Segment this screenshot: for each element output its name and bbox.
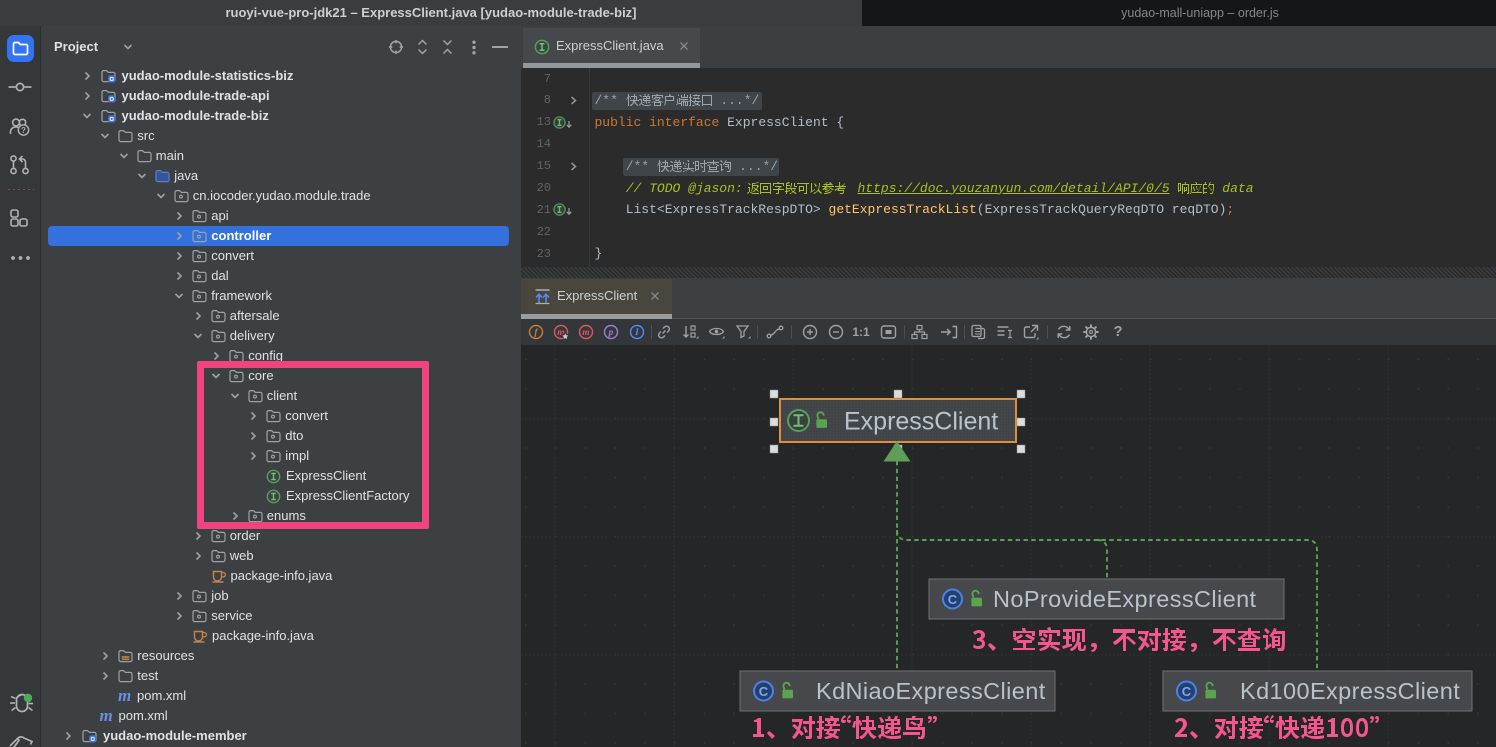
svg-text:Kd100ExpressClient: Kd100ExpressClient [1240,678,1460,704]
svg-text:C: C [759,684,769,699]
svg-text:f: f [534,328,538,338]
svg-text:KdNiaoExpressClient: KdNiaoExpressClient [816,678,1046,704]
svg-text:p: p [608,328,614,338]
svg-text:ExpressClient: ExpressClient [844,408,998,436]
svg-text:?: ? [21,126,26,135]
svg-text:C: C [948,592,958,607]
svg-text:m: m [582,328,589,338]
svg-text:NoProvideExpressClient: NoProvideExpressClient [993,586,1257,612]
svg-text:C: C [1182,684,1192,699]
svg-text:I: I [634,328,639,338]
